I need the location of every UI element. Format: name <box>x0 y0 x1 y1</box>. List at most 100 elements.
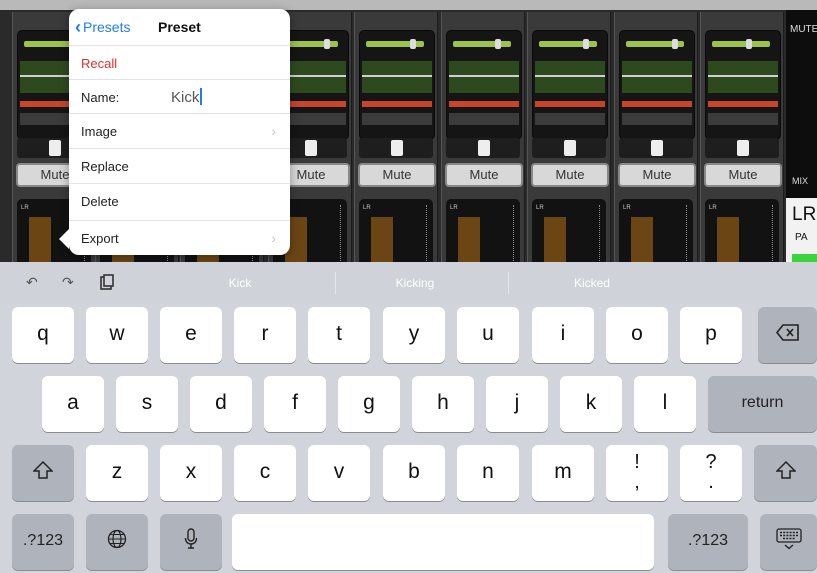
level-meter: LR <box>446 199 520 262</box>
key-k[interactable]: k <box>560 376 622 432</box>
eq-display[interactable] <box>532 30 608 140</box>
eq-band <box>622 61 692 93</box>
key-p[interactable]: p <box>680 307 742 363</box>
level-meter: LR <box>705 199 779 262</box>
pan-knob[interactable] <box>737 140 749 156</box>
key-q[interactable]: q <box>12 307 74 363</box>
key-w[interactable]: w <box>86 307 148 363</box>
space-key[interactable] <box>232 514 654 570</box>
name-field[interactable]: Kick <box>171 88 203 106</box>
key-question-label: ? <box>705 451 717 473</box>
gain-knob[interactable] <box>495 39 501 49</box>
pan-slider[interactable] <box>446 138 520 158</box>
suggestion-1[interactable]: Kick <box>165 276 315 290</box>
master-panel: MUTE MIX LR PA <box>786 10 817 262</box>
key-f[interactable]: f <box>264 376 326 432</box>
name-value: Kick <box>171 89 200 106</box>
key-d[interactable]: d <box>190 376 252 432</box>
key-v[interactable]: v <box>308 445 370 501</box>
key-r[interactable]: r <box>234 307 296 363</box>
export-label: Export <box>81 231 119 246</box>
replace-button[interactable]: Replace <box>69 148 290 183</box>
pan-slider[interactable] <box>619 138 693 158</box>
key-e[interactable]: e <box>160 307 222 363</box>
key-x[interactable]: x <box>160 445 222 501</box>
recall-label: Recall <box>81 56 118 71</box>
pan-knob[interactable] <box>478 140 490 156</box>
pan-slider[interactable] <box>532 138 606 158</box>
gain-knob[interactable] <box>410 39 416 49</box>
gain-knob[interactable] <box>583 39 589 49</box>
key-m[interactable]: m <box>532 445 594 501</box>
mute-button[interactable]: Mute <box>618 163 696 187</box>
undo-icon[interactable]: ↶ <box>26 274 38 291</box>
mute-button[interactable]: Mute <box>445 163 523 187</box>
gain-slider[interactable] <box>712 41 770 47</box>
presets-back-button[interactable]: ‹ Presets <box>75 17 130 38</box>
key-z[interactable]: z <box>86 445 148 501</box>
numbers-key-left[interactable]: .?123 <box>12 514 74 570</box>
image-row[interactable]: Image › <box>69 113 290 148</box>
pan-slider[interactable] <box>705 138 779 158</box>
pan-slider[interactable] <box>359 138 433 158</box>
key-l[interactable]: l <box>634 376 696 432</box>
numbers-key-right[interactable]: .?123 <box>668 514 748 570</box>
key-y[interactable]: y <box>383 307 445 363</box>
gain-knob[interactable] <box>324 39 330 49</box>
backspace-key[interactable] <box>758 307 817 363</box>
return-key[interactable]: return <box>708 376 817 432</box>
pan-knob[interactable] <box>651 140 663 156</box>
suggestion-divider <box>508 272 509 294</box>
globe-key[interactable] <box>86 514 148 570</box>
suggestion-2[interactable]: Kicking <box>340 276 490 290</box>
key-n[interactable]: n <box>457 445 519 501</box>
lr-mix-selector[interactable]: LR PA <box>786 198 817 262</box>
redo-icon[interactable]: ↷ <box>62 274 74 291</box>
dictation-key[interactable] <box>160 514 222 570</box>
shift-key-left[interactable] <box>12 445 74 501</box>
delete-label: Delete <box>81 194 119 209</box>
key-t[interactable]: t <box>308 307 370 363</box>
paste-icon[interactable] <box>100 274 114 293</box>
eq-curve <box>362 75 432 77</box>
pan-knob[interactable] <box>391 140 403 156</box>
recall-button[interactable]: Recall <box>69 45 290 80</box>
mute-button[interactable]: Mute <box>358 163 436 187</box>
gain-knob[interactable] <box>672 39 678 49</box>
fx-bar <box>449 113 519 125</box>
mute-button[interactable]: Mute <box>704 163 782 187</box>
pan-knob[interactable] <box>305 140 317 156</box>
key-b[interactable]: b <box>383 445 445 501</box>
eq-display[interactable] <box>619 30 695 140</box>
suggestion-3[interactable]: Kicked <box>517 276 667 290</box>
delete-button[interactable]: Delete <box>69 183 290 218</box>
eq-display[interactable] <box>359 30 435 140</box>
pan-knob[interactable] <box>564 140 576 156</box>
key-a[interactable]: a <box>42 376 104 432</box>
export-row[interactable]: Export › <box>69 220 290 255</box>
shift-key-right[interactable] <box>754 445 817 501</box>
popover-nav-bar: ‹ Presets Preset <box>69 9 290 45</box>
eq-display[interactable] <box>705 30 781 140</box>
dynamics-bar <box>622 101 692 107</box>
key-s[interactable]: s <box>116 376 178 432</box>
key-i[interactable]: i <box>532 307 594 363</box>
pan-knob[interactable] <box>49 140 61 156</box>
dismiss-keyboard-key[interactable] <box>760 514 817 570</box>
fx-bar <box>535 113 605 125</box>
key-c[interactable]: c <box>234 445 296 501</box>
name-label: Name: <box>81 90 120 105</box>
gain-slider[interactable] <box>453 41 511 47</box>
mute-button[interactable]: Mute <box>531 163 609 187</box>
key-g[interactable]: g <box>338 376 400 432</box>
key-u[interactable]: u <box>457 307 519 363</box>
replace-label: Replace <box>81 159 129 174</box>
key-j[interactable]: j <box>486 376 548 432</box>
gain-knob[interactable] <box>746 39 752 49</box>
eq-display[interactable] <box>446 30 522 140</box>
key-exclamation-comma[interactable]: ! , <box>606 445 668 501</box>
key-h[interactable]: h <box>412 376 474 432</box>
chevron-left-icon: ‹ <box>75 17 81 37</box>
key-question-period[interactable]: ? . <box>680 445 742 501</box>
key-o[interactable]: o <box>606 307 668 363</box>
